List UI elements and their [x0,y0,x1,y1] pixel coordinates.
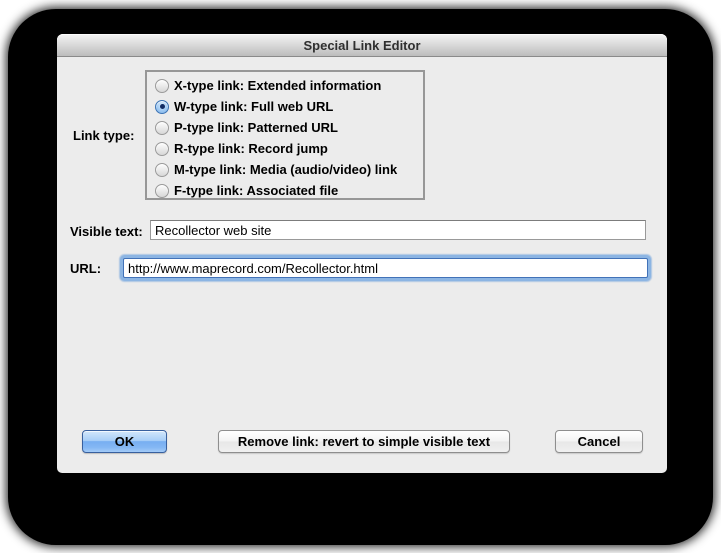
radio-selected-icon[interactable] [155,99,169,114]
remove-link-button[interactable]: Remove link: revert to simple visible te… [218,430,510,453]
ok-button[interactable]: OK [82,430,167,453]
radio-option[interactable]: F-type link: Associated file [155,180,415,201]
window-title: Special Link Editor [303,37,421,53]
special-link-editor-dialog: Special Link Editor Link type: X-type li… [57,34,667,473]
radio-option[interactable]: P-type link: Patterned URL [155,117,415,138]
radio-option[interactable]: M-type link: Media (audio/video) link [155,159,415,180]
radio-option-label: W-type link: Full web URL [174,99,334,114]
radio-option[interactable]: W-type link: Full web URL [155,96,415,117]
radio-unselected-icon[interactable] [155,162,169,177]
radio-option[interactable]: R-type link: Record jump [155,138,415,159]
url-label: URL: [70,261,102,276]
radio-option-label: M-type link: Media (audio/video) link [174,162,398,177]
title-bar[interactable]: Special Link Editor [57,34,667,57]
radio-unselected-icon[interactable] [155,78,169,93]
link-type-group: X-type link: Extended information W-type … [145,70,425,200]
link-type-label: Link type: [73,128,135,143]
radio-option-label: X-type link: Extended information [174,78,382,93]
cancel-button[interactable]: Cancel [555,430,643,453]
radio-unselected-icon[interactable] [155,120,169,135]
radio-unselected-icon[interactable] [155,183,169,198]
radio-option[interactable]: X-type link: Extended information [155,75,415,96]
radio-option-label: P-type link: Patterned URL [174,120,338,135]
radio-unselected-icon[interactable] [155,141,169,156]
radio-option-label: R-type link: Record jump [174,141,328,156]
visible-text-input[interactable] [150,220,646,240]
radio-option-label: F-type link: Associated file [174,183,339,198]
url-input[interactable] [123,258,648,278]
visible-text-label: Visible text: [70,224,143,239]
